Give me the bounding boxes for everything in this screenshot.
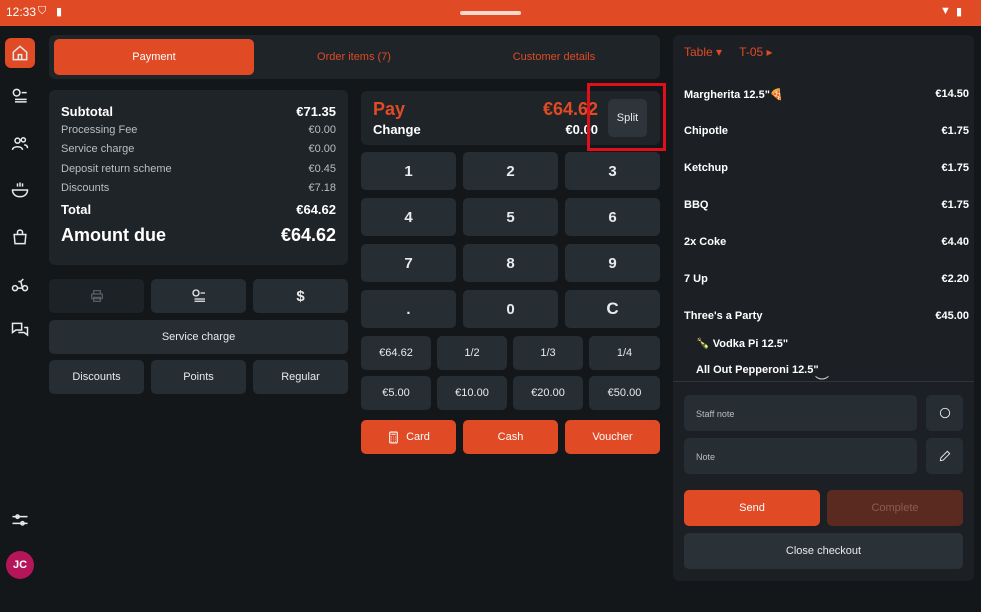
staff-note-toggle[interactable] — [926, 395, 963, 431]
quick-amount-10[interactable]: €10.00 — [437, 376, 507, 410]
sim-icon: ▮ — [56, 6, 63, 18]
wifi-icon: ▼ — [940, 5, 951, 17]
kitchen-nav-button[interactable] — [5, 175, 35, 205]
takeaway-nav-button[interactable] — [5, 222, 35, 252]
table-selector[interactable]: Table ▾ T-05 ▸ — [684, 45, 787, 59]
quick-amount-third[interactable]: 1/3 — [513, 336, 583, 370]
points-button[interactable]: Points — [151, 360, 246, 394]
nav-rail: JC — [0, 26, 40, 612]
sliders-icon — [12, 514, 28, 526]
list-item[interactable]: 2x Coke €4.40 — [684, 236, 969, 273]
tab-order-items[interactable]: Order items (7) — [254, 39, 454, 75]
deposit-row: Deposit return scheme €0.45 — [61, 162, 336, 175]
amount-due-row: Amount due €64.62 — [61, 225, 336, 245]
service-charge-button[interactable]: Service charge — [49, 320, 348, 354]
printer-icon — [90, 290, 103, 302]
keypad-6[interactable]: 6 — [565, 198, 660, 236]
highlight-box — [587, 83, 666, 151]
keypad-4[interactable]: 4 — [361, 198, 456, 236]
discounts-row: Discounts €7.18 — [61, 182, 336, 194]
home-nav-button[interactable] — [5, 38, 35, 68]
bowl-icon — [11, 182, 29, 198]
chat-icon — [11, 322, 29, 337]
close-checkout-button[interactable]: Close checkout — [684, 533, 963, 569]
pencil-icon — [939, 450, 950, 462]
battery-icon: ▮ — [956, 6, 963, 18]
print-button[interactable] — [49, 279, 144, 313]
quick-amount-50[interactable]: €50.00 — [589, 376, 660, 410]
status-time: 12:33 — [6, 5, 37, 19]
quick-amount-half[interactable]: 1/2 — [437, 336, 507, 370]
keypad-3[interactable]: 3 — [565, 152, 660, 190]
list-item[interactable]: Ketchup €1.75 — [684, 162, 969, 199]
tab-payment[interactable]: Payment — [54, 39, 254, 75]
service-charge-row: Service charge €0.00 — [61, 143, 336, 155]
edit-note-button[interactable] — [926, 438, 963, 474]
cash-drawer-button[interactable]: $ — [253, 279, 348, 313]
table-value: T-05 ▸ — [739, 45, 773, 59]
list-item[interactable]: Three's a Party €45.00 — [684, 310, 969, 337]
bag-icon — [13, 229, 27, 245]
subtotal-row: Subtotal €71.35 — [61, 104, 336, 119]
note-field[interactable]: Note — [684, 438, 917, 474]
list-item[interactable]: Chipotle €1.75 — [684, 125, 969, 162]
regular-button[interactable]: Regular — [253, 360, 348, 394]
order-panel: Table ▾ T-05 ▸ Margherita 12.5"🍕 €14.50 C… — [673, 35, 974, 581]
total-row: Total €64.62 — [61, 201, 336, 217]
list-subitem: 🍾 Vodka Pi 12.5" — [696, 338, 789, 350]
customers-nav-button[interactable] — [5, 129, 35, 159]
table-label: Table ▾ — [684, 45, 723, 59]
list-item[interactable]: 7 Up €2.20 — [684, 273, 969, 310]
avatar[interactable]: JC — [6, 551, 34, 579]
change-label: Change — [373, 122, 421, 137]
messages-nav-button[interactable] — [5, 315, 35, 345]
settings-nav-button[interactable] — [5, 505, 35, 535]
send-button[interactable]: Send — [684, 490, 820, 526]
drag-handle[interactable] — [460, 11, 521, 15]
circle-icon — [939, 407, 950, 419]
keypad-decimal[interactable]: . — [361, 290, 456, 328]
keypad-7[interactable]: 7 — [361, 244, 456, 282]
payment-summary: Subtotal €71.35 Processing Fee €0.00 Servi… — [49, 90, 348, 265]
keypad-8[interactable]: 8 — [463, 244, 558, 282]
cash-button[interactable]: Cash — [463, 420, 558, 454]
receipt-list-icon — [191, 289, 205, 302]
keypad-2[interactable]: 2 — [463, 152, 558, 190]
keypad-clear[interactable]: C — [565, 290, 660, 328]
calculator-icon — [389, 431, 398, 443]
voucher-button[interactable]: Voucher — [565, 420, 660, 454]
chevron-down-icon[interactable]: ︶ — [815, 373, 829, 393]
status-bar: 12:33 ⛉ ▮ ▼ ▮ — [0, 0, 981, 26]
list-item[interactable]: Margherita 12.5"🍕 €14.50 — [684, 88, 969, 125]
quick-amount-20[interactable]: €20.00 — [513, 376, 583, 410]
discounts-button[interactable]: Discounts — [49, 360, 144, 394]
complete-button[interactable]: Complete — [827, 490, 963, 526]
receipt-icon — [12, 88, 27, 103]
staff-note-field[interactable]: Staff note — [684, 395, 917, 431]
orders-nav-button[interactable] — [5, 81, 35, 111]
receipt-button[interactable] — [151, 279, 246, 313]
keypad-1[interactable]: 1 — [361, 152, 456, 190]
tab-customer-details[interactable]: Customer details — [454, 39, 654, 75]
order-items-list: Margherita 12.5"🍕 €14.50 Chipotle €1.75 Ke… — [684, 88, 969, 391]
users-icon — [11, 137, 29, 151]
home-icon — [12, 45, 28, 61]
keypad-9[interactable]: 9 — [565, 244, 660, 282]
keypad-0[interactable]: 0 — [463, 290, 558, 328]
shield-icon: ⛉ — [38, 5, 47, 17]
quick-amount-5[interactable]: €5.00 — [361, 376, 431, 410]
list-item[interactable]: BBQ €1.75 — [684, 199, 969, 236]
processing-fee-row: Processing Fee €0.00 — [61, 123, 336, 136]
delivery-nav-button[interactable] — [5, 269, 35, 299]
quick-amount-quarter[interactable]: 1/4 — [589, 336, 660, 370]
keypad-5[interactable]: 5 — [463, 198, 558, 236]
scooter-icon — [11, 278, 29, 292]
checkout-tabs: Payment Order items (7) Customer details — [49, 35, 660, 79]
card-button[interactable]: Card — [361, 420, 456, 454]
quick-amount-full[interactable]: €64.62 — [361, 336, 431, 370]
pay-label: Pay — [373, 99, 406, 119]
